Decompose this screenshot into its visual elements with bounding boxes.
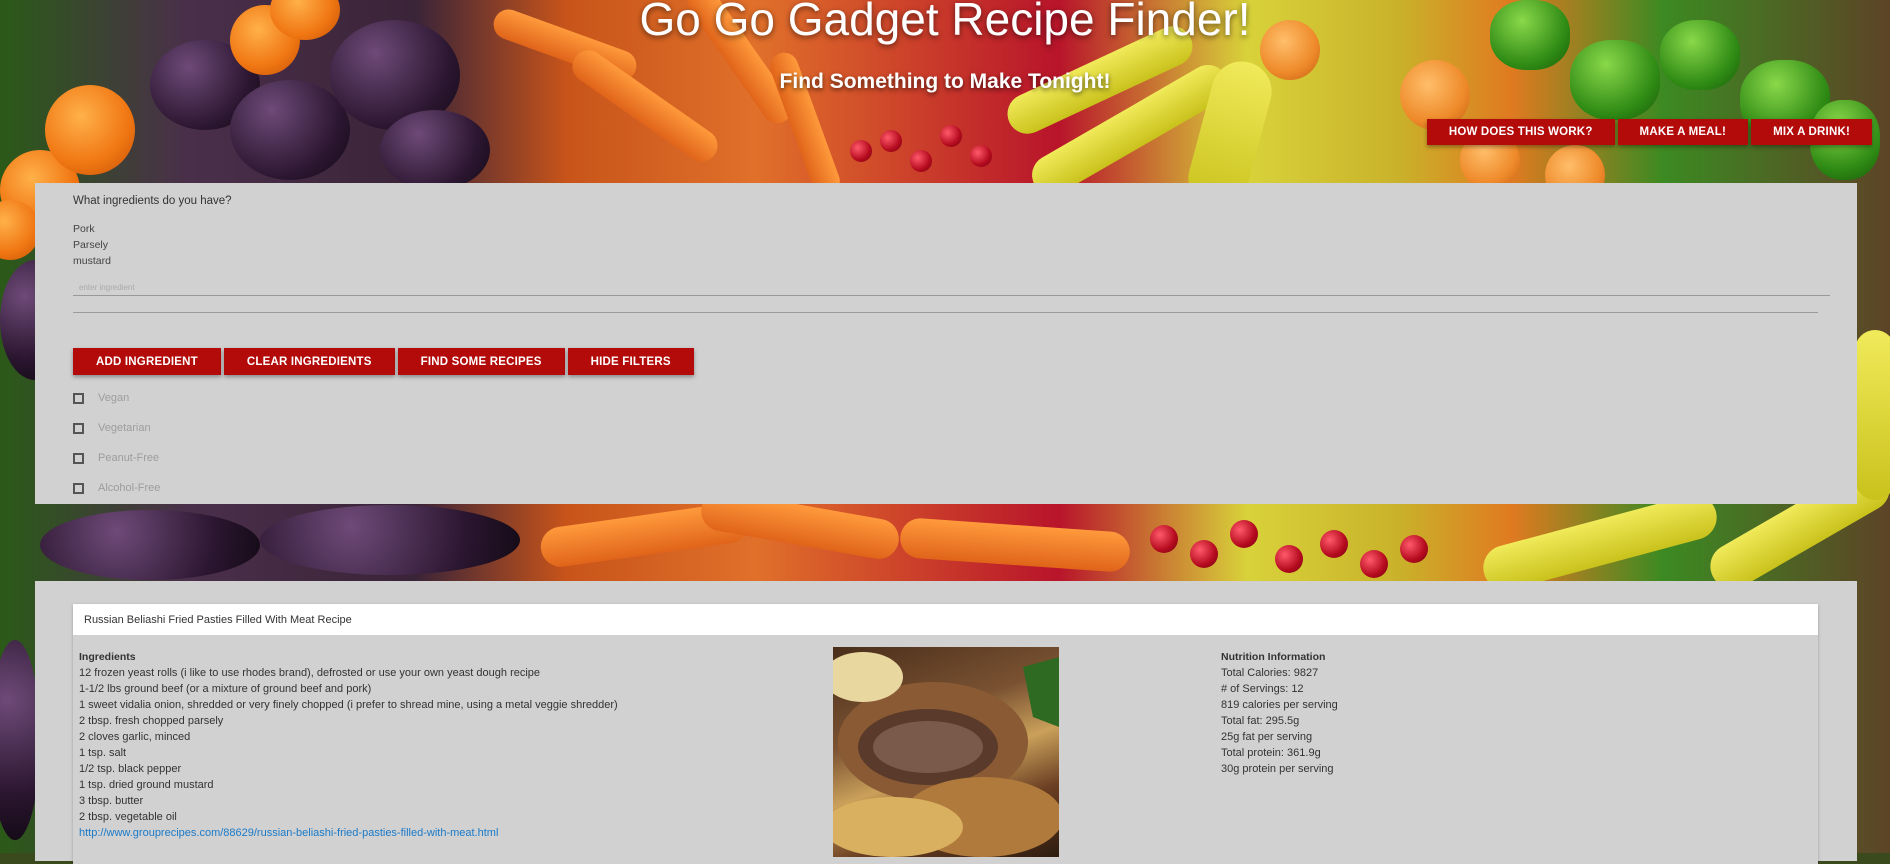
nutrition-info: Nutrition Information Total Calories: 98… (1221, 649, 1338, 777)
recipe-ingredient: 1/2 tsp. black pepper (79, 763, 182, 775)
recipe-ingredient: 1 sweet vidalia onion, shredded or very … (79, 699, 618, 711)
filter-peanut-free[interactable]: Peanut-Free (73, 443, 160, 473)
filter-label: Alcohol-Free (98, 482, 161, 494)
recipe-ingredient: 2 tbsp. vegetable oil (79, 811, 177, 823)
nutrition-line: 819 calories per serving (1221, 699, 1338, 711)
nutrition-heading: Nutrition Information (1221, 651, 1326, 663)
filter-label: Vegetarian (98, 422, 151, 434)
recipe-ingredient: 12 frozen yeast rolls (i like to use rho… (79, 667, 541, 679)
recipe-link[interactable]: http://www.grouprecipes.com/88629/russia… (79, 827, 498, 839)
ingredient-list: Pork Parsely mustard (73, 221, 111, 269)
diet-filters: Vegan Vegetarian Peanut-Free Alcohol-Fre… (73, 383, 160, 503)
checkbox[interactable] (73, 422, 84, 434)
filter-alcohol-free[interactable]: Alcohol-Free (73, 473, 160, 503)
recipe-ingredient: 2 tbsp. fresh chopped parsely (79, 715, 224, 727)
recipe-ingredients: Ingredients 12 frozen yeast rolls (i lik… (79, 649, 618, 841)
nutrition-line: Total fat: 295.5g (1221, 715, 1300, 727)
recipe-ingredient: 3 tbsp. butter (79, 795, 144, 807)
checkbox[interactable] (73, 482, 84, 494)
ingredient-item: Pork (73, 223, 95, 235)
nutrition-line: 25g fat per serving (1221, 731, 1313, 743)
checkbox[interactable] (73, 452, 84, 464)
ingredients-heading: Ingredients (79, 651, 136, 663)
checkbox[interactable] (73, 392, 84, 404)
filter-label: Vegan (98, 392, 130, 404)
clear-ingredients-button[interactable]: CLEAR INGREDIENTS (223, 348, 395, 375)
find-recipes-button[interactable]: FIND SOME RECIPES (397, 348, 565, 375)
top-nav: HOW DOES THIS WORK? MAKE A MEAL! MIX A D… (1426, 119, 1872, 145)
search-actions: ADD INGREDIENT CLEAR INGREDIENTS FIND SO… (73, 348, 694, 375)
site-title: Go Go Gadget Recipe Finder! (639, 0, 1251, 45)
recipe-ingredient: 2 cloves garlic, minced (79, 731, 191, 743)
nutrition-line: Total protein: 361.9g (1221, 747, 1321, 759)
add-ingredient-button[interactable]: ADD INGREDIENT (73, 348, 221, 375)
mix-a-drink-button[interactable]: MIX A DRINK! (1751, 119, 1872, 145)
nutrition-line: Total Calories: 9827 (1221, 667, 1319, 679)
filter-label: Peanut-Free (98, 452, 160, 464)
ingredient-search-panel: What ingredients do you have? Pork Parse… (35, 183, 1857, 504)
recipe-ingredient: 1 tsp. salt (79, 747, 127, 759)
nutrition-line: # of Servings: 12 (1221, 683, 1304, 695)
hide-filters-button[interactable]: HIDE FILTERS (567, 348, 694, 375)
ingredient-item: Parsely (73, 239, 109, 251)
pasty-image (833, 652, 1059, 857)
recipe-ingredient: 1 tsp. dried ground mustard (79, 779, 214, 791)
how-does-this-work-button[interactable]: HOW DOES THIS WORK? (1426, 119, 1615, 145)
make-a-meal-button[interactable]: MAKE A MEAL! (1617, 119, 1749, 145)
filter-vegan[interactable]: Vegan (73, 383, 160, 413)
input-divider (73, 312, 1818, 313)
recipe-photo (833, 647, 1059, 857)
recipe-card: Russian Beliashi Fried Pasties Filled Wi… (73, 604, 1818, 864)
recipe-results-panel: Russian Beliashi Fried Pasties Filled Wi… (35, 581, 1857, 864)
nutrition-line: 30g protein per serving (1221, 763, 1334, 775)
ingredient-prompt: What ingredients do you have? (73, 195, 232, 207)
filter-vegetarian[interactable]: Vegetarian (73, 413, 160, 443)
ingredient-item: mustard (73, 255, 111, 267)
ingredient-input[interactable] (73, 279, 1830, 296)
site-subtitle: Find Something to Make Tonight! (779, 70, 1111, 93)
recipe-title[interactable]: Russian Beliashi Fried Pasties Filled Wi… (73, 604, 1818, 635)
recipe-ingredient: 1-1/2 lbs ground beef (or a mixture of g… (79, 683, 372, 695)
